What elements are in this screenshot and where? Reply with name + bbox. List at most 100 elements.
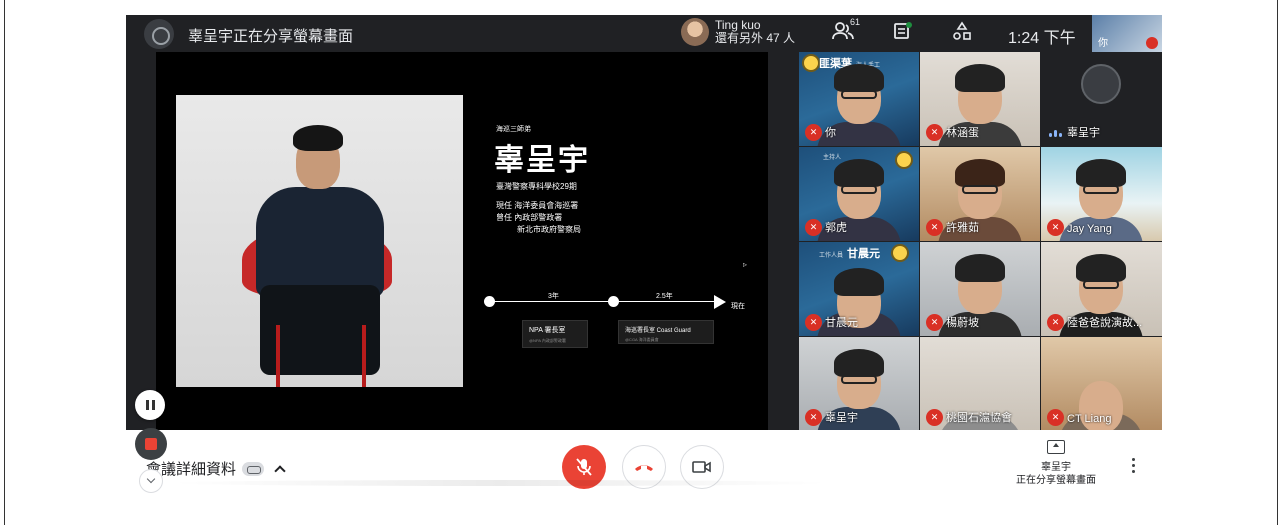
- slide-past-role-2: 新北市政府警察局: [517, 225, 581, 234]
- mic-off-icon: [576, 458, 592, 476]
- hang-up-icon: [635, 465, 653, 471]
- glasses-shape: [841, 90, 877, 99]
- glasses-shape: [1083, 280, 1119, 289]
- present-screen-icon: [1047, 440, 1065, 454]
- tile-banner-sub: 主持人: [823, 155, 842, 161]
- chat-icon[interactable]: [893, 21, 913, 45]
- person-hair-shape: [1076, 254, 1126, 282]
- timeline-arrow-icon: [714, 295, 726, 309]
- camera-icon: [692, 461, 711, 473]
- mic-off-icon: ✕: [926, 219, 943, 236]
- timeline-label-now: 現在: [731, 303, 745, 310]
- person-body-shape: [256, 187, 384, 297]
- participant-name: CT Liang: [1067, 413, 1112, 425]
- participant-name: 你: [825, 127, 836, 139]
- participant-tile[interactable]: ✕ 林涵蛋: [920, 52, 1040, 146]
- stop-icon: [145, 438, 157, 450]
- self-view[interactable]: 你: [1092, 15, 1162, 52]
- tile-banner: 工作人員 甘晨元: [819, 245, 880, 261]
- person-hair-shape: [834, 159, 884, 187]
- participant-name: Jay Yang: [1067, 223, 1112, 235]
- meet-window: 辜呈宇正在分享螢幕畫面 Ting kuo 還有另外 47 人 61 1:24 下…: [126, 15, 1162, 500]
- speaking-indicator-icon: [1049, 130, 1062, 137]
- bottom-bar: 會議詳細資料 辜呈宇 正在分享螢幕畫面: [126, 430, 1162, 500]
- participant-tile[interactable]: 工作人員 甘晨元 ✕ 甘晨元: [799, 242, 919, 336]
- more-options-icon[interactable]: [1132, 458, 1135, 473]
- self-label: 你: [1098, 38, 1108, 49]
- mic-off-icon: ✕: [805, 219, 822, 236]
- slide-past-role: 曾任 內政部警政署: [496, 213, 563, 222]
- participant-tile[interactable]: ✕ Jay Yang: [1041, 147, 1162, 241]
- participant-name: 辜呈宇: [1067, 127, 1100, 139]
- mic-off-icon: ✕: [926, 409, 943, 426]
- tile-banner-text: 甘晨元: [847, 248, 881, 260]
- person-hair-shape: [955, 254, 1005, 282]
- chevron-down-icon[interactable]: [139, 469, 163, 493]
- emoji-icon: [895, 151, 913, 169]
- slide-school: 臺灣警察專科學校29期: [496, 182, 577, 191]
- glasses-shape: [841, 375, 877, 384]
- person-hair-shape: [293, 125, 343, 151]
- participant-tile[interactable]: 匪渠葉海人手工 ✕ 你: [799, 52, 919, 146]
- person-hair-shape: [834, 64, 884, 92]
- avatar: [681, 18, 709, 46]
- participant-name: 陸爸爸說演故...: [1067, 317, 1143, 329]
- presenting-status-button[interactable]: 辜呈宇 正在分享螢幕畫面: [1001, 440, 1111, 487]
- participant-name: 楊蔚坡: [946, 317, 979, 329]
- presenter-others: 還有另外 47 人: [715, 31, 796, 45]
- mic-off-icon: ✕: [805, 124, 822, 141]
- timeline-dot: [484, 296, 495, 307]
- timeline-label: 2.5年: [656, 293, 673, 300]
- person-hair-shape: [834, 268, 884, 296]
- chevron-up-icon: [274, 464, 286, 477]
- mic-off-icon: ✕: [1047, 219, 1064, 236]
- participant-grid: 匪渠葉海人手工 ✕ 你 ✕ 林涵蛋 辜呈宇 主持人: [799, 52, 1162, 431]
- attachment-icon: [242, 461, 265, 476]
- participant-tile[interactable]: ✕ 桃園石滬協會: [920, 337, 1040, 431]
- presenter-logo-icon: [144, 19, 174, 49]
- glasses-shape: [841, 185, 877, 194]
- speaker-photo: [176, 95, 463, 387]
- participant-name: 辜呈宇: [825, 412, 858, 424]
- activities-icon[interactable]: [952, 21, 972, 45]
- emoji-icon: [891, 244, 909, 262]
- mic-off-icon: ✕: [926, 314, 943, 331]
- mic-off-icon: ✕: [926, 124, 943, 141]
- tile-banner: 主持人: [819, 150, 841, 162]
- slide-current-role: 現任 海洋委員會海巡署: [496, 201, 579, 210]
- timeline-line: [488, 301, 716, 302]
- participant-tile[interactable]: ✕ 辜呈宇: [799, 337, 919, 431]
- participant-name: 許雅茹: [946, 222, 979, 234]
- clock: 1:24 下午: [1008, 30, 1076, 47]
- chair-leg-shape: [362, 325, 366, 387]
- career-card-title: 海巡署長室 Coast Guard: [625, 328, 691, 334]
- mouse-cursor-icon: ▹: [743, 260, 748, 269]
- emoji-icon: [802, 54, 820, 72]
- participant-tile[interactable]: 辜呈宇: [1041, 52, 1162, 146]
- mic-off-icon: ✕: [805, 314, 822, 331]
- mic-off-icon: ✕: [805, 409, 822, 426]
- presentation-stage: 海巡三師弟 辜呈宇 臺灣警察專科學校29期 現任 海洋委員會海巡署 曾任 內政部…: [156, 52, 768, 430]
- participant-tile[interactable]: ✕ 楊蔚坡: [920, 242, 1040, 336]
- presenting-title: 辜呈宇正在分享螢幕畫面: [188, 28, 354, 45]
- participant-name: 林涵蛋: [946, 127, 979, 139]
- present-status: 正在分享螢幕畫面: [1016, 475, 1096, 486]
- participant-name: 甘晨元: [825, 317, 858, 329]
- recording-pause-button[interactable]: [135, 390, 165, 420]
- present-name: 辜呈宇: [1041, 462, 1071, 473]
- presenter-chip[interactable]: Ting kuo 還有另外 47 人: [681, 18, 795, 46]
- participant-tile[interactable]: ✕ 許雅茹: [920, 147, 1040, 241]
- mic-off-icon: ✕: [1047, 409, 1064, 426]
- participant-name: 郭虎: [825, 222, 847, 234]
- participant-tile[interactable]: ✕ 陸爸爸說演故...: [1041, 242, 1162, 336]
- recording-stop-button[interactable]: [135, 428, 167, 460]
- people-count: 61: [850, 17, 861, 27]
- mic-off-icon: [1146, 37, 1158, 49]
- meeting-details-button[interactable]: 會議詳細資料: [146, 458, 286, 479]
- bar-shadow: [170, 480, 830, 486]
- career-card: NPA 署長室 @NPA 內政部警政署: [522, 320, 588, 348]
- timeline-dot: [608, 296, 619, 307]
- participant-tile[interactable]: 主持人 ✕ 郭虎: [799, 147, 919, 241]
- participant-tile[interactable]: ✕ CT Liang: [1041, 337, 1162, 431]
- timeline-label: 3年: [548, 293, 559, 300]
